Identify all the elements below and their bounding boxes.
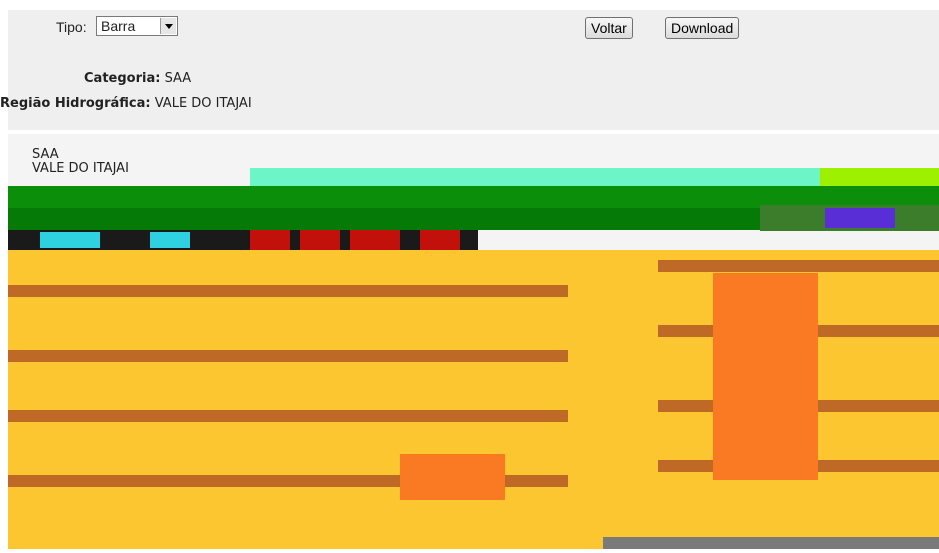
chart-artifact-strip xyxy=(40,232,100,248)
grid-line xyxy=(8,350,568,362)
chevron-down-icon[interactable] xyxy=(160,18,176,34)
bar xyxy=(400,454,505,500)
regiao-line: Região Hidrográfica: VALE DO ITAJAI xyxy=(0,96,252,111)
chart-artifact-strip xyxy=(825,208,895,228)
voltar-button[interactable]: Voltar xyxy=(585,17,633,39)
plot-area xyxy=(8,250,939,549)
chart-type-value: Barra xyxy=(101,18,136,34)
chart-title-line1: SAA xyxy=(32,147,59,162)
categoria-label: Categoria: xyxy=(84,71,161,86)
regiao-value: VALE DO ITAJAI xyxy=(154,96,252,111)
bar xyxy=(713,273,818,480)
categoria-value: SAA xyxy=(164,71,192,86)
chart-title-line2: VALE DO ITAJAI xyxy=(32,161,129,176)
chart-canvas xyxy=(8,260,939,500)
chart-artifact-strip xyxy=(250,168,850,186)
chart-artifact-strip xyxy=(420,230,460,250)
categoria-line: Categoria: SAA xyxy=(84,71,191,86)
grid-line xyxy=(658,260,939,272)
regiao-label: Região Hidrográfica: xyxy=(0,96,151,111)
chart-artifact-strip xyxy=(350,230,400,250)
chart-artifact-strip xyxy=(300,230,340,250)
grid-line xyxy=(8,410,568,422)
download-button[interactable]: Download xyxy=(665,17,740,39)
horizontal-scrollbar[interactable] xyxy=(603,537,939,549)
chart-artifact-strip xyxy=(820,168,939,186)
chart-type-select[interactable]: Barra xyxy=(96,16,178,36)
chart-artifact-strip xyxy=(8,208,768,230)
chart-artifact-strip xyxy=(150,232,190,248)
chart-artifact-strip xyxy=(250,230,290,250)
grid-line xyxy=(8,285,568,297)
tipo-label: Tipo: xyxy=(56,19,87,35)
